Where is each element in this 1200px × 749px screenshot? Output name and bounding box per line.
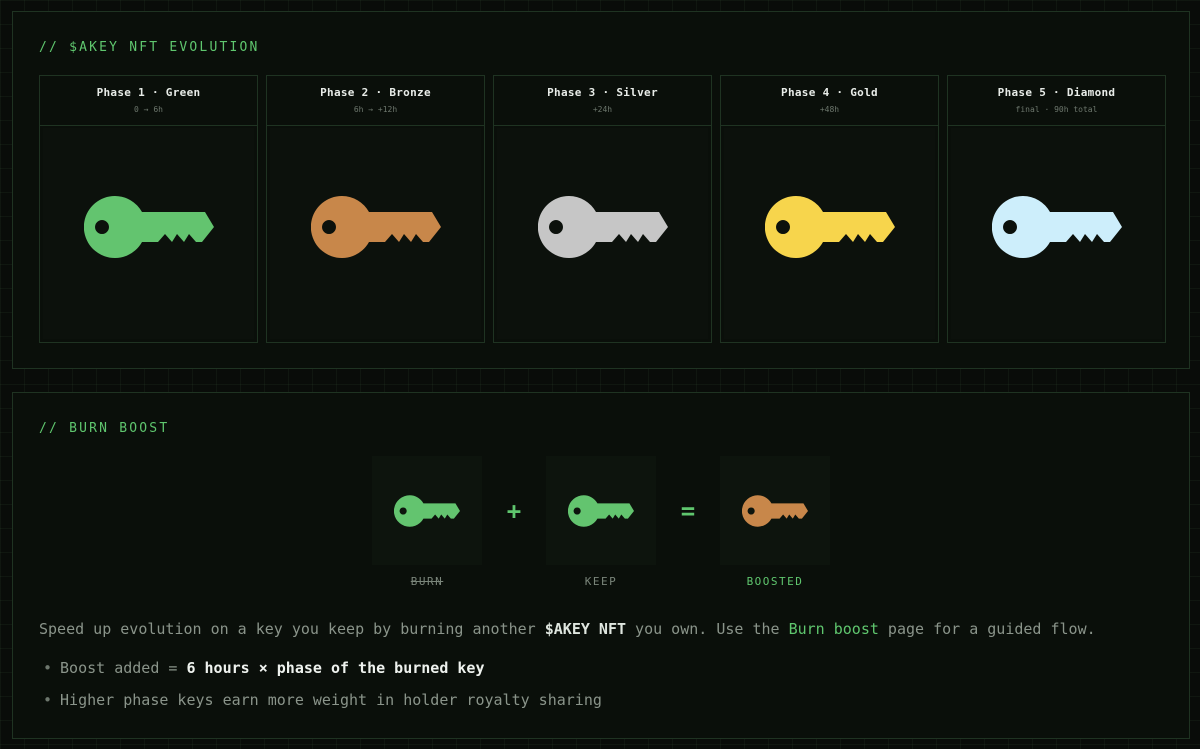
desc-text: page for a guided flow. <box>878 620 1096 638</box>
burn-boost-panel: // BURN BOOST BURN + KEEP = BOOSTED Spee… <box>12 392 1190 739</box>
key-icon <box>742 494 808 527</box>
boost-burn: BURN <box>372 456 482 588</box>
phase-timing: final · 90h total <box>1015 105 1098 114</box>
phase-name: Phase 2 · Bronze <box>320 86 431 99</box>
phase-timing: 0 → 6h <box>134 105 163 114</box>
token-name: $AKEY NFT <box>544 620 627 638</box>
phase-timing: +48h <box>819 105 840 114</box>
list-item: • Higher phase keys earn more weight in h… <box>39 691 602 709</box>
key-icon <box>83 195 214 258</box>
evolution-panel: // $AKEY NFT EVOLUTION Phase 1 · Green 0… <box>12 11 1190 369</box>
desc-text: you own. Use the <box>626 620 789 638</box>
key-icon <box>394 494 460 527</box>
list-item: • Boost added = 6 hours × phase of the bu… <box>39 659 602 677</box>
phase-timing: +24h <box>592 105 613 114</box>
phase-name: Phase 1 · Green <box>96 86 201 99</box>
bullet-icon: • <box>43 691 53 709</box>
desc-text: Speed up evolution on a key you keep by … <box>39 620 545 638</box>
phase-timing: 6h → +12h <box>353 105 398 114</box>
boosted-label: BOOSTED <box>746 575 804 588</box>
boost-boosted: BOOSTED <box>720 456 830 588</box>
burn-boost-link[interactable]: Burn boost <box>789 620 879 638</box>
boost-rules-list: • Boost added = 6 hours × phase of the bu… <box>39 659 602 723</box>
burn-label: BURN <box>410 575 444 588</box>
phase-cards: Phase 1 · Green 0 → 6h Phase 2 · Bronze … <box>39 75 1166 343</box>
key-icon <box>310 195 441 258</box>
phase-card-2: Phase 2 · Bronze 6h → +12h <box>266 75 485 343</box>
phase-name: Phase 4 · Gold <box>781 86 878 99</box>
evolution-title: // $AKEY NFT EVOLUTION <box>39 40 260 55</box>
boost-keep: KEEP <box>546 456 656 588</box>
boost-tile <box>546 456 656 565</box>
key-icon <box>537 195 668 258</box>
phase-art <box>724 128 935 339</box>
boost-equation: BURN + KEEP = BOOSTED <box>372 456 830 588</box>
phase-card-5: Phase 5 · Diamond final · 90h total <box>947 75 1166 343</box>
phase-card-3: Phase 3 · Silver +24h <box>493 75 712 343</box>
burn-boost-title: // BURN BOOST <box>39 421 170 436</box>
key-icon <box>991 195 1122 258</box>
phase-name: Phase 5 · Diamond <box>997 86 1116 99</box>
equals-sign: = <box>680 496 696 525</box>
key-icon <box>568 494 634 527</box>
key-icon <box>764 195 895 258</box>
plus-sign: + <box>506 496 522 525</box>
phase-art <box>270 128 481 339</box>
phase-art <box>43 128 254 339</box>
phase-name: Phase 3 · Silver <box>547 86 658 99</box>
rule-text: Boost added = <box>60 659 187 677</box>
rule-formula: 6 hours × phase of the burned key <box>186 659 485 677</box>
keep-label: KEEP <box>584 575 618 588</box>
phase-card-4: Phase 4 · Gold +48h <box>720 75 939 343</box>
burn-boost-description: Speed up evolution on a key you keep by … <box>39 620 1096 638</box>
phase-art <box>497 128 708 339</box>
bullet-icon: • <box>43 659 53 677</box>
boost-tile <box>372 456 482 565</box>
phase-card-1: Phase 1 · Green 0 → 6h <box>39 75 258 343</box>
phase-art <box>951 128 1162 339</box>
boost-tile <box>720 456 830 565</box>
rule-text: Higher phase keys earn more weight in ho… <box>60 691 602 709</box>
